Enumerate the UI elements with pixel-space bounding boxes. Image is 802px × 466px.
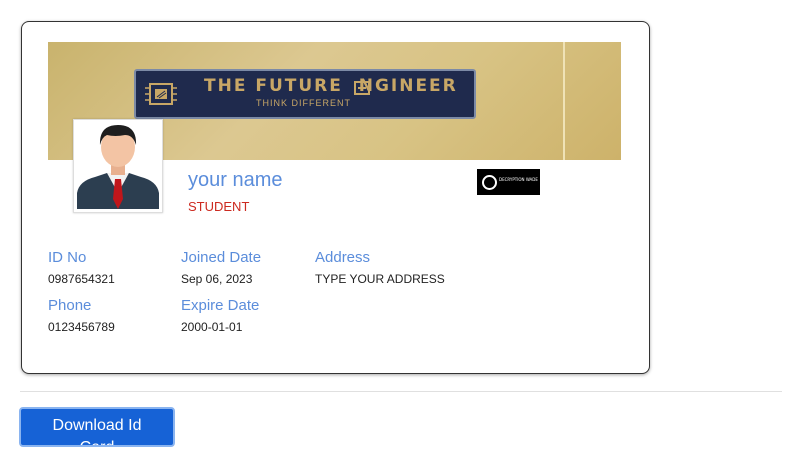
address-label: Address bbox=[315, 249, 371, 266]
download-id-card-button[interactable]: Download Id Card bbox=[19, 407, 175, 447]
circle-logo-icon bbox=[482, 175, 497, 190]
logo-tagline: THINK DIFFERENT bbox=[256, 98, 351, 108]
logo-title: THE FUTURE NGINEER bbox=[204, 76, 458, 96]
phone-value: 0123456789 bbox=[48, 320, 115, 334]
id-value: 0987654321 bbox=[48, 272, 115, 286]
brand-badge-text: DECRYPTION WADE bbox=[499, 177, 538, 182]
id-card: THE FUTURE NGINEER THINK DIFFERENT your … bbox=[21, 21, 650, 374]
id-label: ID No bbox=[48, 249, 87, 266]
banner-divider bbox=[563, 42, 565, 160]
chip-icon bbox=[145, 83, 177, 105]
person-avatar-icon bbox=[77, 125, 159, 209]
company-logo: THE FUTURE NGINEER THINK DIFFERENT bbox=[134, 69, 476, 119]
card-holder-role: STUDENT bbox=[188, 199, 250, 214]
brand-badge: DECRYPTION WADE bbox=[477, 169, 540, 195]
avatar bbox=[73, 119, 163, 213]
logo-e-glyph bbox=[354, 81, 370, 95]
address-value: TYPE YOUR ADDRESS bbox=[315, 272, 445, 286]
joined-date-value: Sep 06, 2023 bbox=[181, 272, 253, 286]
joined-date-label: Joined Date bbox=[181, 249, 262, 266]
expire-date-value: 2000-01-01 bbox=[181, 320, 243, 334]
phone-label: Phone bbox=[48, 297, 92, 314]
expire-date-label: Expire Date bbox=[181, 297, 260, 314]
divider bbox=[20, 391, 782, 392]
card-holder-name: your name bbox=[188, 169, 283, 191]
